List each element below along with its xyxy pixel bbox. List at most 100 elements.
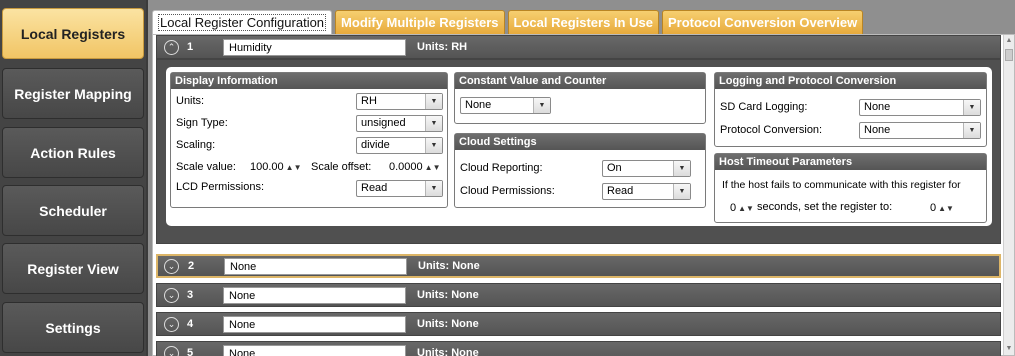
group-title: Display Information — [171, 73, 447, 89]
register-1-details: Display Information Units: RH ▼ Sign Type… — [156, 59, 1001, 244]
scaling-select[interactable]: divide ▼ — [356, 137, 443, 154]
timeout-set-value-spinner[interactable]: 0 ▲▼ — [930, 201, 954, 216]
register-number: 5 — [187, 347, 194, 356]
timeout-description: If the host fails to communicate with th… — [722, 179, 961, 191]
units-select[interactable]: RH ▼ — [356, 93, 443, 110]
dropdown-arrow-icon: ▼ — [673, 161, 690, 176]
register-name-input[interactable]: None — [223, 345, 406, 356]
cloud-permissions-label: Cloud Permissions: — [460, 185, 555, 197]
dropdown-arrow-icon: ▼ — [425, 94, 442, 109]
register-units: Units: None — [417, 318, 479, 330]
lcd-permissions-select[interactable]: Read ▼ — [356, 180, 443, 197]
logging-protocol-group: Logging and Protocol Conversion SD Card … — [714, 72, 987, 147]
nav-register-mapping[interactable]: Register Mapping — [2, 68, 144, 119]
cloud-reporting-select[interactable]: On ▼ — [602, 160, 691, 177]
sd-card-logging-value: None — [864, 101, 891, 113]
sign-type-select[interactable]: unsigned ▼ — [356, 115, 443, 132]
nav-settings[interactable]: Settings — [2, 302, 144, 353]
units-label: Units: — [176, 95, 205, 107]
scroll-down-icon[interactable]: ▼ — [1004, 343, 1014, 355]
dropdown-arrow-icon: ▼ — [963, 100, 980, 115]
tab-local-register-configuration[interactable]: Local Register Configuration — [152, 10, 333, 35]
sd-card-logging-select[interactable]: None ▼ — [859, 99, 981, 116]
scroll-thumb[interactable] — [1005, 49, 1013, 61]
scale-offset-spinner[interactable]: 0.0000 ▲▼ — [389, 160, 441, 175]
spinner-icon[interactable]: ▲▼ — [938, 204, 954, 213]
details-panel: Display Information Units: RH ▼ Sign Type… — [166, 67, 992, 226]
register-row-1[interactable]: ⌃ 1 Humidity Units: RH — [156, 35, 1001, 59]
spinner-icon[interactable]: ▲▼ — [425, 163, 441, 172]
nav-scheduler[interactable]: Scheduler — [2, 185, 144, 236]
cloud-reporting-label: Cloud Reporting: — [460, 162, 543, 174]
expand-icon[interactable]: ⌄ — [164, 346, 179, 356]
spinner-icon[interactable]: ▲▼ — [286, 163, 302, 172]
constant-value-select[interactable]: None ▼ — [460, 97, 551, 114]
nav-label: Scheduler — [39, 202, 107, 219]
spinner-icon[interactable]: ▲▼ — [738, 204, 754, 213]
expand-icon[interactable]: ⌄ — [164, 259, 179, 274]
scroll-up-icon[interactable]: ▲ — [1004, 35, 1014, 47]
cloud-settings-group: Cloud Settings Cloud Reporting: On ▼ Clou… — [454, 133, 706, 208]
register-name-input[interactable]: None — [223, 316, 406, 333]
scale-value: 100.00 — [250, 161, 284, 173]
scaling-value: divide — [361, 139, 390, 151]
register-name-input[interactable]: None — [223, 287, 406, 304]
tab-protocol-conversion-overview[interactable]: Protocol Conversion Overview — [661, 10, 864, 35]
protocol-conversion-select[interactable]: None ▼ — [859, 122, 981, 139]
constant-value-group: Constant Value and Counter None ▼ — [454, 72, 706, 124]
register-number: 4 — [187, 318, 194, 330]
display-information-group: Display Information Units: RH ▼ Sign Type… — [170, 72, 448, 208]
units-value: RH — [361, 95, 377, 107]
register-units: Units: None — [417, 289, 479, 301]
timeout-seconds-spinner[interactable]: 0 ▲▼ — [730, 201, 754, 216]
sign-type-label: Sign Type: — [176, 117, 228, 129]
register-row-4[interactable]: ⌄ 4 None Units: None — [156, 312, 1001, 336]
tab-label: Local Registers In Use — [513, 15, 653, 30]
register-number: 2 — [188, 260, 195, 272]
cloud-permissions-value: Read — [607, 185, 634, 197]
dropdown-arrow-icon: ▼ — [533, 98, 550, 113]
nav-label: Register View — [27, 260, 119, 277]
nav-label: Register Mapping — [14, 85, 132, 102]
timeout-seconds-label: seconds, set the register to: — [757, 201, 893, 213]
nav-register-view[interactable]: Register View — [2, 243, 144, 294]
tab-local-registers-in-use[interactable]: Local Registers In Use — [507, 10, 659, 35]
sign-type-value: unsigned — [361, 117, 406, 129]
tab-label: Local Register Configuration — [158, 14, 327, 31]
register-name-input[interactable]: Humidity — [223, 39, 406, 56]
constant-value: None — [465, 99, 492, 111]
register-list: ⌃ 1 Humidity Units: RH Display Informati… — [152, 34, 1015, 356]
group-title: Constant Value and Counter — [455, 73, 705, 89]
protocol-conversion-label: Protocol Conversion: — [720, 124, 823, 136]
register-number: 3 — [187, 289, 194, 301]
register-units: Units: None — [418, 260, 480, 272]
group-title: Host Timeout Parameters — [715, 154, 986, 170]
left-nav: Local Registers Register Mapping Action … — [0, 0, 146, 356]
register-name-input[interactable]: None — [224, 258, 407, 275]
expand-icon[interactable]: ⌄ — [164, 288, 179, 303]
scale-value-label: Scale value: — [176, 161, 236, 173]
cloud-permissions-select[interactable]: Read ▼ — [602, 183, 691, 200]
register-row-5[interactable]: ⌄ 5 None Units: None — [156, 341, 1001, 356]
tab-label: Modify Multiple Registers — [341, 15, 499, 30]
scale-offset-value: 0.0000 — [389, 161, 423, 173]
nav-action-rules[interactable]: Action Rules — [2, 127, 144, 178]
scale-value-spinner[interactable]: 100.00 ▲▼ — [250, 160, 302, 175]
expand-icon[interactable]: ⌄ — [164, 317, 179, 332]
scale-offset-label: Scale offset: — [311, 161, 372, 173]
register-row-2[interactable]: ⌄ 2 None Units: None — [156, 254, 1001, 278]
protocol-conversion-value: None — [864, 124, 891, 136]
tab-modify-multiple-registers[interactable]: Modify Multiple Registers — [335, 10, 505, 35]
nav-local-registers[interactable]: Local Registers — [2, 8, 144, 59]
register-row-3[interactable]: ⌄ 3 None Units: None — [156, 283, 1001, 307]
main-panel: Local Register Configuration Modify Mult… — [148, 0, 1015, 356]
dropdown-arrow-icon: ▼ — [673, 184, 690, 199]
sd-card-logging-label: SD Card Logging: — [720, 101, 808, 113]
tab-label: Protocol Conversion Overview — [667, 15, 858, 30]
timeout-seconds-value: 0 — [730, 202, 737, 214]
vertical-scrollbar[interactable]: ▲ ▼ — [1003, 35, 1014, 355]
dropdown-arrow-icon: ▼ — [963, 123, 980, 138]
dropdown-arrow-icon: ▼ — [425, 116, 442, 131]
collapse-icon[interactable]: ⌃ — [164, 40, 179, 55]
group-title: Logging and Protocol Conversion — [715, 73, 986, 89]
